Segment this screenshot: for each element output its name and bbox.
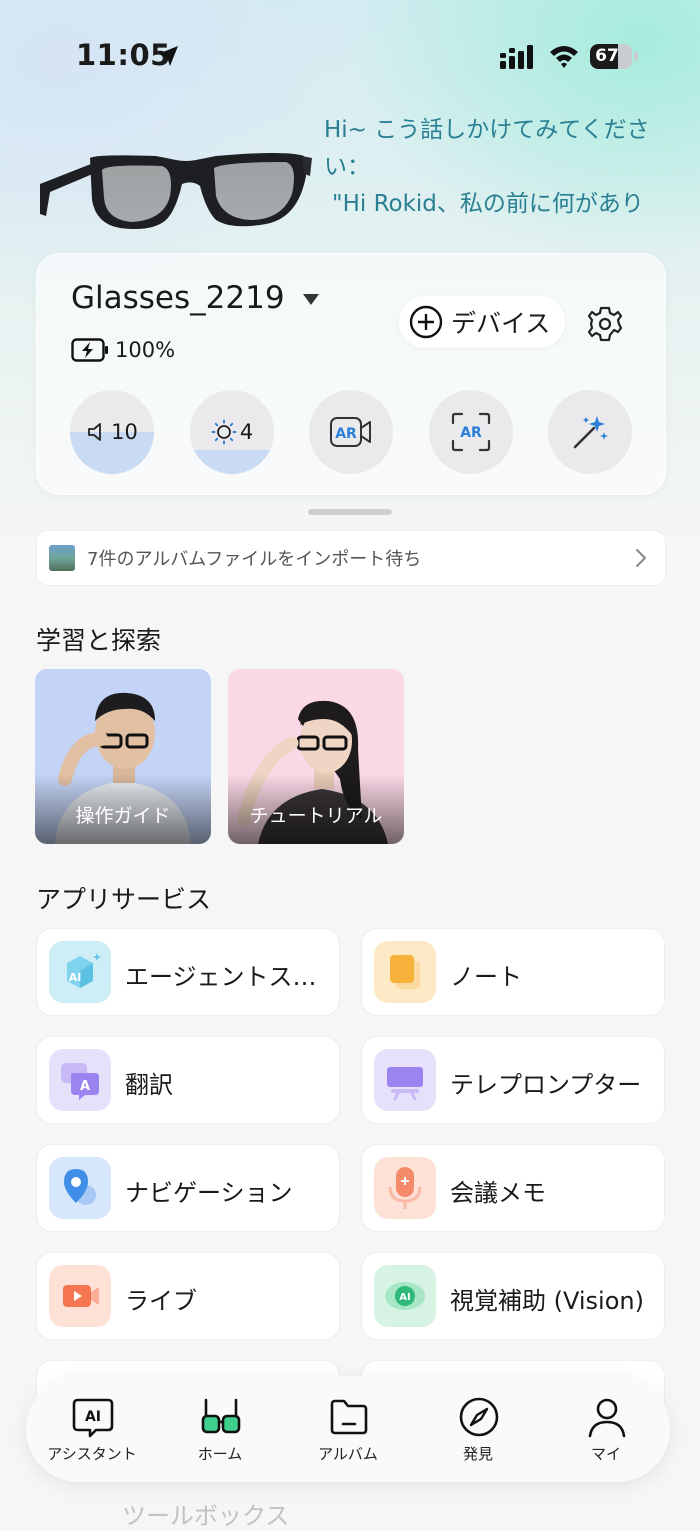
tab-label: アシスタント: [47, 1445, 137, 1463]
toolbox-section-peek: ツールボックス: [122, 1502, 290, 1530]
voice-prompt-hint: Hi~ こう話しかけてみてくださ い： "Hi Rokid、私の前に何があり: [324, 112, 674, 223]
status-bar: 11:05 67: [0, 0, 700, 110]
service-meeting-memo[interactable]: 会議メモ: [361, 1144, 665, 1232]
sun-brightness-icon: [211, 419, 237, 445]
prompt-line-3: "Hi Rokid、私の前に何があり: [332, 191, 644, 217]
battery-level-text: 67: [595, 46, 619, 66]
glasses-home-icon: [201, 1398, 241, 1434]
services-section-title: アプリサービス: [36, 885, 212, 914]
ai-magic-button[interactable]: [548, 390, 632, 474]
add-circle-icon: [409, 305, 443, 339]
device-battery-charging-icon: [71, 338, 108, 362]
tutorial-card[interactable]: チュートリアル: [228, 669, 404, 844]
service-vision[interactable]: AI 視覚補助 (Vision): [361, 1252, 665, 1340]
learn-section-title: 学習と探索: [36, 626, 162, 655]
service-teleprompter[interactable]: テレプロンプター: [361, 1036, 665, 1124]
navigation-icon: [49, 1157, 111, 1219]
battery-cap: [634, 52, 638, 61]
folder-icon: [330, 1399, 368, 1435]
tab-album[interactable]: アルバム: [288, 1376, 408, 1482]
service-label: エージェントス…: [125, 963, 317, 991]
ar-video-camera-icon: AR: [330, 417, 371, 447]
operation-guide-card[interactable]: 操作ガイド: [35, 669, 211, 844]
service-label: テレプロンプター: [450, 1071, 642, 1099]
service-label: 会議メモ: [450, 1179, 546, 1207]
operation-guide-label: 操作ガイド: [75, 805, 171, 827]
prompt-line-2: い：: [324, 154, 370, 180]
person-icon: [588, 1398, 626, 1438]
service-label: ナビゲーション: [125, 1179, 293, 1207]
location-arrow-icon: [158, 46, 178, 66]
chevron-right-icon: [636, 549, 646, 567]
service-label: ライブ: [125, 1287, 197, 1315]
service-live[interactable]: ライブ: [36, 1252, 340, 1340]
service-translate[interactable]: A 翻訳: [36, 1036, 340, 1124]
tab-label: ホーム: [197, 1445, 243, 1463]
svg-text:A: A: [80, 1079, 90, 1094]
device-card: Glasses_2219 100% デバイス 10 4 AR AR: [36, 253, 666, 495]
cellular-signal-icon: [500, 45, 533, 69]
volume-value: 10: [111, 420, 138, 444]
service-label: 翻訳: [125, 1071, 173, 1099]
service-note[interactable]: ノート: [361, 928, 665, 1016]
speaker-icon: [88, 423, 102, 441]
bottom-tab-bar: AI アシスタント ホーム アルバム 発見 マイ: [26, 1376, 670, 1482]
tab-assistant[interactable]: AI アシスタント: [32, 1376, 152, 1482]
meeting-memo-icon: [374, 1157, 436, 1219]
ar-video-record-button[interactable]: AR: [309, 390, 393, 474]
svg-text:AR: AR: [460, 425, 482, 441]
translate-icon: A: [49, 1049, 111, 1111]
tab-discover[interactable]: 発見: [418, 1376, 538, 1482]
brightness-control[interactable]: 4: [190, 390, 274, 474]
tab-my[interactable]: マイ: [546, 1376, 666, 1482]
vision-icon: AI: [374, 1265, 436, 1327]
glasses-product-image: [40, 153, 312, 229]
brightness-value: 4: [239, 420, 254, 444]
tab-label: 発見: [462, 1445, 493, 1463]
svg-text:AI: AI: [399, 1292, 410, 1303]
ar-scan-frame-icon: AR: [451, 412, 491, 452]
note-icon: [374, 941, 436, 1003]
tutorial-label: チュートリアル: [249, 805, 383, 827]
teleprompter-icon: [374, 1049, 436, 1111]
compass-icon: [459, 1397, 499, 1437]
album-import-notice[interactable]: 7件のアルバムファイルをインポート待ち: [36, 530, 666, 586]
tab-label: マイ: [590, 1445, 621, 1463]
import-notice-text: 7件のアルバムファイルをインポート待ち: [87, 549, 422, 570]
device-battery-percent: 100%: [115, 338, 176, 362]
prompt-line-1: Hi~ こう話しかけてみてくださ: [324, 117, 650, 143]
volume-control[interactable]: 10: [70, 390, 154, 474]
service-navigation[interactable]: ナビゲーション: [36, 1144, 340, 1232]
add-device-button[interactable]: デバイス: [399, 296, 565, 348]
battery-indicator: 67: [590, 44, 632, 69]
album-thumbnail: [49, 545, 75, 571]
drag-handle[interactable]: [308, 509, 392, 515]
service-label: 視覚補助 (Vision): [450, 1287, 644, 1315]
device-dropdown-caret-icon[interactable]: [303, 294, 319, 305]
gear-icon[interactable]: [585, 304, 625, 344]
ar-capture-button[interactable]: AR: [429, 390, 513, 474]
svg-text:AI: AI: [69, 971, 82, 984]
wifi-icon: [550, 46, 578, 68]
ai-assistant-icon: AI: [72, 1398, 114, 1438]
svg-text:AR: AR: [335, 426, 357, 442]
agent-store-icon: AI: [49, 941, 111, 1003]
add-device-label: デバイス: [451, 309, 551, 338]
live-icon: [49, 1265, 111, 1327]
device-name[interactable]: Glasses_2219: [71, 280, 285, 316]
service-agent-store[interactable]: AI エージェントス…: [36, 928, 340, 1016]
svg-text:AI: AI: [85, 1409, 101, 1425]
magic-wand-icon: [573, 416, 608, 449]
service-label: ノート: [450, 963, 522, 991]
tab-home[interactable]: ホーム: [160, 1376, 280, 1482]
tab-label: アルバム: [318, 1445, 378, 1463]
